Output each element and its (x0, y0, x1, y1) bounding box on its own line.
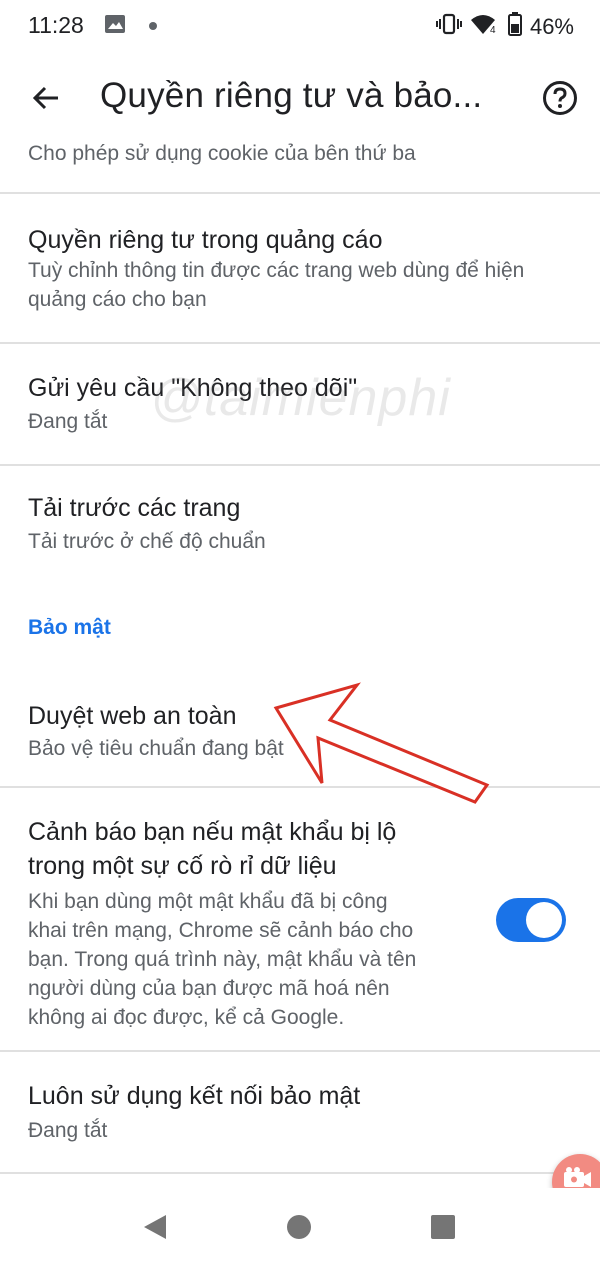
back-triangle-icon (142, 1213, 168, 1246)
status-right: 4 46% (435, 12, 574, 42)
ad-privacy-item[interactable]: Quyền riêng tư trong quảng cáo Tuỳ chỉnh… (0, 194, 600, 342)
security-section-header: Bảo mật (28, 616, 111, 639)
help-circle-icon (542, 80, 578, 121)
nav-home-button[interactable] (284, 1214, 314, 1244)
password-leak-desc-line3: bạn. Trong quá trình này, mật khẩu và tê… (28, 948, 417, 971)
preload-pages-subtitle: Tải trước ở chế độ chuẩn (28, 530, 266, 553)
app-bar: Quyền riêng tư và bảo... (0, 56, 600, 142)
arrow-left-icon (31, 83, 61, 118)
vibrate-icon (435, 13, 462, 41)
divider (0, 1172, 600, 1174)
secure-connection-title: Luôn sử dụng kết nối bảo mật (28, 1082, 361, 1110)
navigation-bar (0, 1188, 600, 1267)
recents-square-icon (430, 1214, 456, 1245)
preload-pages-title: Tải trước các trang (28, 494, 241, 522)
password-leak-desc-line4: người dùng của bạn được mã hoá nên (28, 977, 390, 1000)
third-party-cookies-subtitle: Cho phép sử dụng cookie của bên thứ ba (28, 142, 416, 165)
status-left-icons (104, 14, 158, 39)
preload-pages-item[interactable]: Tải trước các trang Tải trước ở chế độ c… (0, 466, 600, 586)
svg-text:4: 4 (490, 25, 496, 35)
settings-list: Cho phép sử dụng cookie của bên thứ ba Q… (0, 142, 600, 1188)
password-leak-desc-line1: Khi bạn dùng một mật khẩu đã bị công (28, 890, 388, 913)
battery-icon (507, 12, 522, 42)
password-leak-desc-line5: không ai đọc được, kể cả Google. (28, 1006, 345, 1029)
do-not-track-title: Gửi yêu cầu "Không theo dõi" (28, 374, 358, 402)
do-not-track-subtitle: Đang tắt (28, 410, 108, 433)
battery-percent: 46% (529, 14, 574, 39)
notification-dot-icon (148, 18, 158, 36)
status-bar: 11:28 4 46% (0, 0, 600, 52)
third-party-cookies-item[interactable]: Cho phép sử dụng cookie của bên thứ ba (0, 142, 600, 192)
ad-privacy-subtitle-line1: Tuỳ chỉnh thông tin được các trang web d… (28, 259, 525, 282)
nav-recents-button[interactable] (428, 1214, 458, 1244)
help-button[interactable] (538, 78, 582, 122)
password-leak-toggle[interactable] (496, 898, 566, 942)
page-title: Quyền riêng tư và bảo... (100, 76, 483, 115)
do-not-track-item[interactable]: Gửi yêu cầu "Không theo dõi" Đang tắt (0, 344, 600, 464)
toggle-knob (526, 902, 562, 938)
nav-back-button[interactable] (140, 1214, 170, 1244)
safe-browsing-title: Duyệt web an toàn (28, 702, 237, 730)
back-button[interactable] (24, 78, 68, 122)
password-leak-desc-line2: khai trên mạng, Chrome sẽ cảnh báo cho (28, 919, 414, 942)
screen-record-icon (560, 1166, 594, 1189)
safe-browsing-subtitle: Bảo vệ tiêu chuẩn đang bật (28, 737, 284, 760)
secure-connection-item[interactable]: Luôn sử dụng kết nối bảo mật Đang tắt (0, 1052, 600, 1172)
password-leak-title-line2: trong một sự cố rò rỉ dữ liệu (28, 852, 337, 880)
secure-connection-subtitle: Đang tắt (28, 1119, 108, 1142)
safe-browsing-item[interactable]: Duyệt web an toàn Bảo vệ tiêu chuẩn đang… (0, 672, 600, 786)
wifi-icon: 4 (470, 13, 500, 41)
image-icon (104, 14, 126, 39)
status-time: 11:28 (28, 12, 84, 38)
ad-privacy-subtitle-line2: quảng cáo cho bạn (28, 288, 207, 311)
password-leak-title-line1: Cảnh báo bạn nếu mật khẩu bị lộ (28, 818, 397, 846)
ad-privacy-title: Quyền riêng tư trong quảng cáo (28, 226, 383, 254)
home-circle-icon (285, 1213, 313, 1246)
